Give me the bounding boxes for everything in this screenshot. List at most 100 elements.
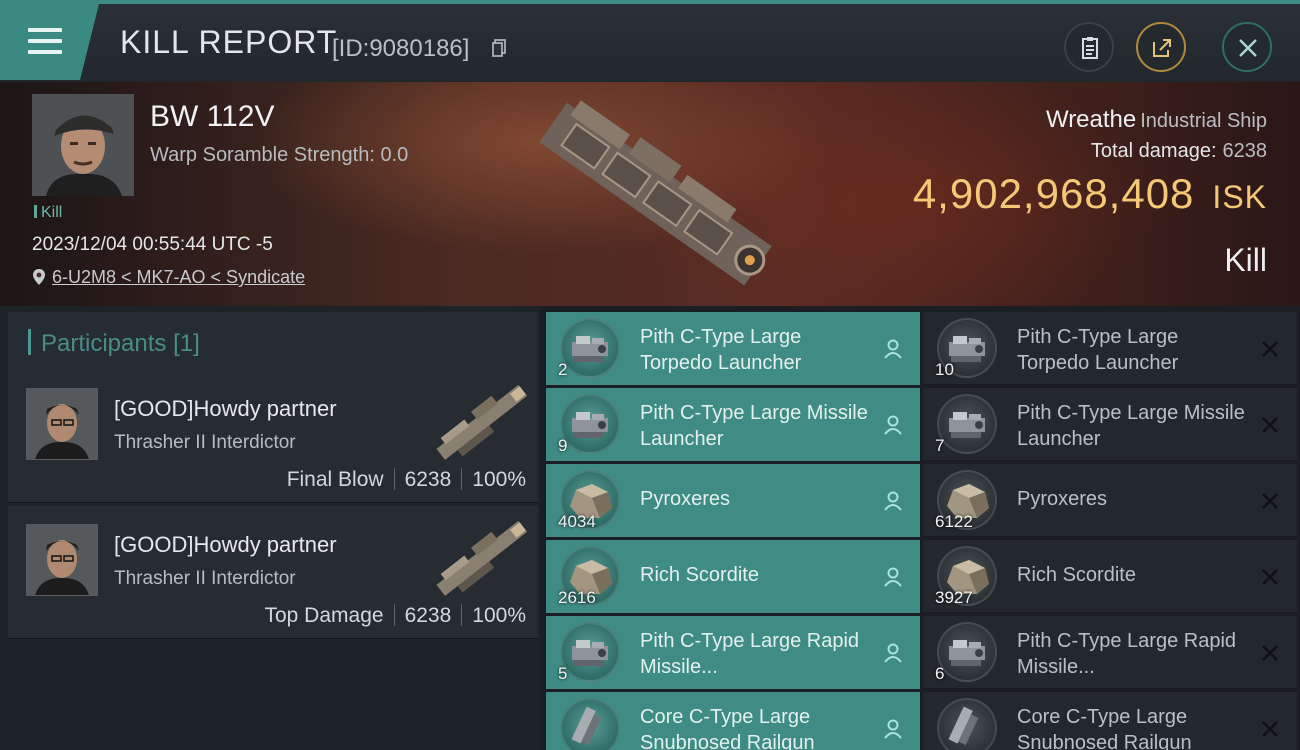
- participant-ship: Thrasher II Interdictor: [114, 568, 296, 589]
- item-name: Core C-Type Large Snubnosed Railgun: [1017, 706, 1192, 750]
- destroyed-item[interactable]: 4034 Pyroxeres: [546, 464, 920, 537]
- attacker-portrait-image: [27, 389, 97, 459]
- fitted-person-icon: [882, 490, 904, 512]
- participant-name: [GOOD]Howdy partner: [114, 396, 337, 421]
- victim-ship-image: [539, 100, 772, 286]
- item-name: Pyroxeres: [1017, 488, 1108, 510]
- fitted-person-icon: [882, 414, 904, 436]
- kill-summary-banner: BW 112V Warp Soramble Strength: 0.0 Kill…: [0, 82, 1300, 306]
- attacker-ship-image: [436, 384, 528, 460]
- report-id: [ID:9080186]: [332, 35, 470, 62]
- share-icon: [1153, 39, 1171, 57]
- item-name: Pith C-Type Large Missile Launcher: [1017, 402, 1245, 450]
- participant-role: Top Damage: [264, 604, 384, 627]
- participants-count: [1]: [173, 330, 200, 357]
- participant-role: Final Blow: [286, 468, 384, 491]
- dropped-item[interactable]: Core C-Type Large Snubnosed Railgun: [923, 692, 1297, 750]
- kill-tag: Kill: [34, 204, 62, 222]
- avatar[interactable]: [26, 388, 98, 460]
- participant-card[interactable]: [GOOD]Howdy partner Thrasher II Interdic…: [8, 506, 538, 639]
- participant-stats: Top Damage 6238 100%: [264, 604, 526, 628]
- dropped-item[interactable]: 6 Pith C-Type Large Rapid Missile...: [923, 616, 1297, 689]
- participants-panel: Participants [1] [GOOD]Howdy partner Thr…: [0, 306, 540, 750]
- destroyed-item[interactable]: 2 Pith C-Type Large Torpedo Launcher: [546, 312, 920, 385]
- victim-name[interactable]: BW 112V: [150, 100, 275, 134]
- item-name: Pith C-Type Large Torpedo Launcher: [640, 326, 802, 374]
- railgun-icon: [560, 698, 620, 750]
- dropped-item[interactable]: 7 Pith C-Type Large Missile Launcher: [923, 388, 1297, 461]
- kill-datetime: 2023/12/04 00:55:44 UTC -5: [32, 234, 273, 255]
- clipboard-icon: [1082, 37, 1098, 59]
- launcher-icon: [937, 622, 997, 682]
- destroyed-x-icon: [1259, 566, 1281, 588]
- destroyed-item[interactable]: 5 Pith C-Type Large Rapid Missile...: [546, 616, 920, 689]
- header-accent-bar: [28, 329, 31, 355]
- destroyed-x-icon: [1259, 414, 1281, 436]
- total-damage-value: 6238: [1222, 140, 1268, 162]
- kill-location[interactable]: 6-U2M8 < MK7-AO < Syndicate: [32, 267, 305, 288]
- location-pin-icon: [33, 269, 45, 285]
- launcher-icon: [560, 318, 620, 378]
- destroyed-item[interactable]: 9 Pith C-Type Large Missile Launcher: [546, 388, 920, 461]
- item-name: Pith C-Type Large Rapid Missile...: [640, 630, 860, 678]
- menu-button[interactable]: [0, 0, 100, 80]
- participant-ship: Thrasher II Interdictor: [114, 432, 296, 453]
- avatar[interactable]: [26, 524, 98, 596]
- total-damage-label: Total damage:: [1090, 140, 1217, 162]
- ship-name: Wreathe: [1045, 106, 1137, 133]
- participant-damage: 6238: [404, 468, 452, 491]
- ship-name-line[interactable]: Wreathe Industrial Ship: [1046, 106, 1267, 134]
- item-quantity: 2616: [558, 588, 596, 607]
- item-name: Pith C-Type Large Torpedo Launcher: [1017, 326, 1179, 374]
- participants-title: Participants [1]: [41, 330, 200, 357]
- participant-percent: 100%: [472, 468, 526, 491]
- item-name: Core C-Type Large Snubnosed Railgun: [640, 706, 815, 750]
- fitted-person-icon: [882, 566, 904, 588]
- share-button[interactable]: [1136, 22, 1186, 72]
- close-button[interactable]: [1222, 22, 1272, 72]
- participant-card[interactable]: [GOOD]Howdy partner Thrasher II Interdic…: [8, 370, 538, 503]
- dropped-item[interactable]: 10 Pith C-Type Large Torpedo Launcher: [923, 312, 1297, 385]
- fitted-person-icon: [882, 718, 904, 740]
- dropped-item[interactable]: 6122 Pyroxeres: [923, 464, 1297, 537]
- destroyed-x-icon: [1259, 718, 1281, 740]
- isk-unit: ISK: [1212, 179, 1267, 215]
- launcher-icon: [560, 394, 620, 454]
- item-quantity: 10: [935, 360, 954, 379]
- launcher-icon: [560, 622, 620, 682]
- total-damage: Total damage: 6238: [1091, 140, 1267, 163]
- ship-class: Industrial Ship: [1140, 110, 1267, 132]
- participant-percent: 100%: [472, 604, 526, 627]
- hamburger-icon: [28, 28, 62, 61]
- header-bar: KILL REPORT [ID:9080186]: [0, 0, 1300, 82]
- item-quantity: 4034: [558, 512, 596, 531]
- clipboard-button[interactable]: [1064, 22, 1114, 72]
- participants-header: Participants [1]: [8, 312, 538, 370]
- isk-value: 4,902,968,408 ISK: [913, 170, 1267, 218]
- destroyed-x-icon: [1259, 642, 1281, 664]
- item-quantity: 2: [558, 360, 568, 379]
- item-quantity: 7: [935, 436, 945, 455]
- destroyed-x-icon: [1259, 490, 1281, 512]
- item-name: Pyroxeres: [640, 488, 731, 510]
- item-name: Rich Scordite: [1017, 564, 1136, 586]
- location-link[interactable]: 6-U2M8 < MK7-AO < Syndicate: [52, 267, 305, 287]
- warp-scramble-strength: Warp Soramble Strength: 0.0: [150, 144, 409, 166]
- item-quantity: 6122: [935, 512, 973, 531]
- launcher-icon: [937, 394, 997, 454]
- isk-amount: 4,902,968,408: [912, 170, 1195, 217]
- destroyed-item[interactable]: 2616 Rich Scordite: [546, 540, 920, 613]
- item-name: Pith C-Type Large Missile Launcher: [640, 402, 868, 450]
- destroyed-x-icon: [1259, 338, 1281, 360]
- participant-damage: 6238: [404, 604, 452, 627]
- dropped-item[interactable]: 3927 Rich Scordite: [923, 540, 1297, 613]
- fitted-person-icon: [882, 338, 904, 360]
- victim-portrait[interactable]: [32, 94, 134, 196]
- item-quantity: 5: [558, 664, 568, 683]
- copy-icon[interactable]: [492, 39, 506, 57]
- item-quantity: 3927: [935, 588, 973, 607]
- close-icon: [1239, 39, 1257, 57]
- item-name: Pith C-Type Large Rapid Missile...: [1017, 630, 1237, 678]
- items-grid: 2 Pith C-Type Large Torpedo Launcher 10 Pit…: [546, 312, 1300, 750]
- destroyed-item[interactable]: Core C-Type Large Snubnosed Railgun: [546, 692, 920, 750]
